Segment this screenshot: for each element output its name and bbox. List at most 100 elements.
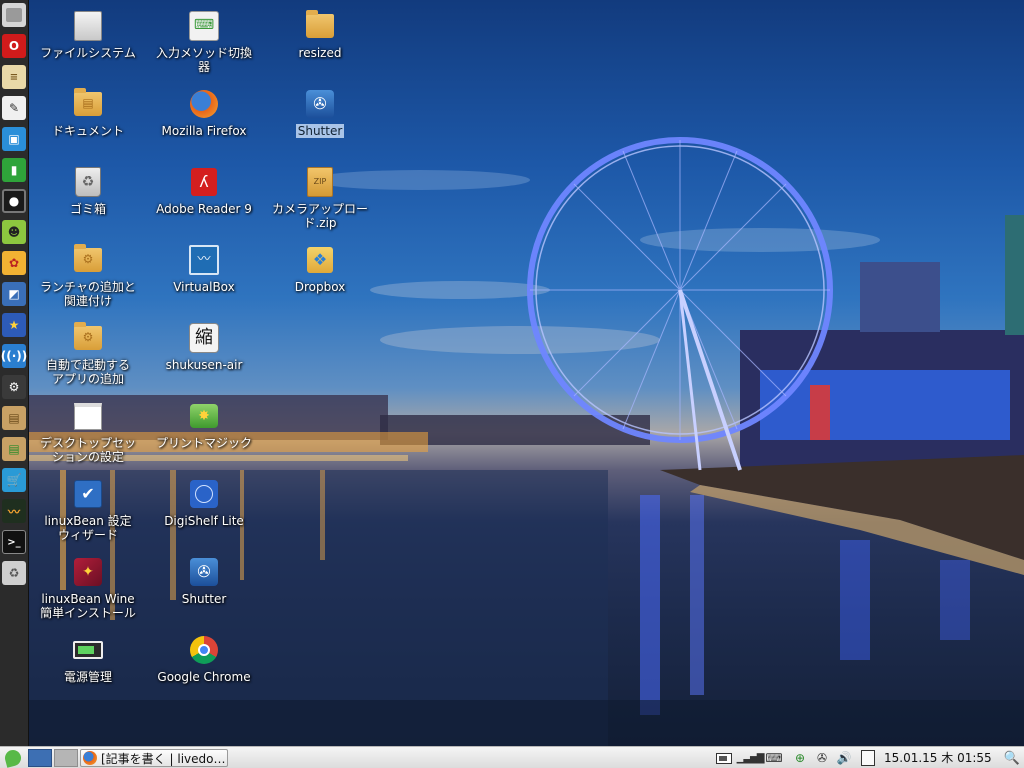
shutter-icon: ✇ (188, 556, 220, 588)
blank-document-icon (72, 400, 104, 432)
media-player-icon[interactable]: ● (2, 189, 26, 213)
desktop-icon-label: Shutter (295, 124, 345, 138)
printer-icon: ✸ (188, 400, 220, 432)
desktop-icon-trash[interactable]: ♻ ゴミ箱 (32, 166, 144, 216)
image-viewer-icon[interactable]: ▣ (2, 127, 26, 151)
taskbar: [記事を書く | livedo… ▁▃▅▇ ⌨ ⊕ ✇ 🔊 15.01.15 木… (0, 746, 1024, 768)
workspace-1-button[interactable] (28, 749, 52, 767)
network-icon[interactable]: ((·)) (1, 344, 27, 368)
signal-bars-icon[interactable]: ▁▃▅▇ (737, 750, 765, 766)
desktop-icon-label: ランチャの追加と関連付け (40, 280, 136, 308)
desktop-icon-label: ファイルシステム (40, 46, 136, 60)
keyboard-icon: ⌨ (188, 10, 220, 42)
desktop-icon-documents[interactable]: ▤ ドキュメント (32, 88, 144, 138)
desktop-icon-shutter-selected[interactable]: ✇ Shutter (264, 88, 376, 138)
trash-icon[interactable]: ♻ (2, 561, 26, 585)
zip-archive-icon: ZIP (304, 166, 336, 198)
workspace-2-button[interactable] (54, 749, 78, 767)
opera-icon[interactable]: O (2, 34, 26, 58)
desktop-icon-linuxbean-wizard[interactable]: ✔ linuxBean 設定ウィザード (32, 478, 144, 542)
shutter-tray-icon[interactable]: ✇ (814, 750, 830, 766)
volume-icon[interactable]: 🔊 (836, 750, 852, 766)
paint-icon[interactable]: ✿ (2, 251, 26, 275)
system-monitor-icon[interactable]: 〰 (2, 499, 26, 523)
virtualbox-icon: 〰 (188, 244, 220, 276)
settings-icon[interactable]: ⚙ (2, 375, 26, 399)
magnifier-icon[interactable]: 🔍 (1004, 750, 1020, 766)
mascot-icon[interactable]: ☻ (2, 220, 26, 244)
pen-editor-icon[interactable]: ✎ (2, 96, 26, 120)
desktop-icon-label: Dropbox (294, 280, 346, 294)
desktop-icon-input-method[interactable]: ⌨ 入力メソッド切換器 (148, 10, 260, 74)
desktop-icon-label: linuxBean Wine 簡単インストール (40, 592, 136, 620)
store-icon[interactable]: 🛒 (2, 468, 26, 492)
package-update-icon[interactable]: ▤ (2, 437, 26, 461)
desktop-icon-wine-installer[interactable]: ✦ linuxBean Wine 簡単インストール (32, 556, 144, 620)
globe-icon (188, 478, 220, 510)
desktop-icon-resized-folder[interactable]: resized (264, 10, 376, 60)
image-editor-icon[interactable]: ◩ (2, 282, 26, 306)
terminal-icon[interactable]: >_ (2, 530, 26, 554)
chrome-icon (188, 634, 220, 666)
desktop-icon-camera-upload-zip[interactable]: ZIP カメラアップロード.zip (264, 166, 376, 230)
desktop-icon-digishelf-lite[interactable]: DigiShelf Lite (148, 478, 260, 528)
green-notebook-icon[interactable]: ▮ (2, 158, 26, 182)
text-editor-icon[interactable]: ≡ (2, 65, 26, 89)
desktop-icon-label: Adobe Reader 9 (156, 202, 252, 216)
desktop-icon-google-chrome[interactable]: Google Chrome (148, 634, 260, 684)
pdf-icon: ʎ (188, 166, 220, 198)
desktop-icon-label: resized (298, 46, 342, 60)
desktop-icon-autostart[interactable]: ⚙ 自動で起動するアプリの追加 (32, 322, 144, 386)
desktop-icon-label: linuxBean 設定ウィザード (44, 514, 132, 542)
desktop-icon-firefox[interactable]: Mozilla Firefox (148, 88, 260, 138)
window-button-livedoor[interactable]: [記事を書く | livedo… (80, 749, 228, 767)
wine-wand-icon: ✦ (72, 556, 104, 588)
clipboard-icon[interactable] (860, 750, 876, 766)
desktop-icon-label: ゴミ箱 (69, 202, 106, 216)
dropbox-icon: ❖ (304, 244, 336, 276)
network-tray-icon[interactable]: ⊕ (792, 750, 808, 766)
desktop-icon-label: VirtualBox (173, 280, 235, 294)
desktop-icon-label: ドキュメント (51, 124, 124, 138)
desktop-icon-label: 自動で起動するアプリの追加 (45, 358, 130, 386)
desktop-icon-virtualbox[interactable]: 〰 VirtualBox (148, 244, 260, 294)
desktop-icon-launcher-settings[interactable]: ⚙ ランチャの追加と関連付け (32, 244, 144, 308)
file-manager-icon[interactable] (2, 3, 26, 27)
firefox-icon (83, 751, 97, 765)
folder-gear-icon: ⚙ (72, 244, 104, 276)
desktop-icon-label: 電源管理 (63, 670, 112, 684)
shutter-icon: ✇ (304, 88, 336, 120)
desktop-icon-label: Google Chrome (157, 670, 251, 684)
desktop-icon-label: 入力メソッド切換器 (156, 46, 253, 74)
window-button-label: [記事を書く | livedo… (101, 751, 226, 766)
desktop-icon-label: Mozilla Firefox (161, 124, 247, 138)
desktop-icon-print-magic[interactable]: ✸ プリントマジック (148, 400, 260, 450)
desktop-icon-label: プリントマジック (155, 436, 252, 450)
clock[interactable]: 15.01.15 木 01:55 (884, 749, 1000, 767)
desktop-icon-label: カメラアップロード.zip (271, 202, 368, 230)
firefox-icon (188, 88, 220, 120)
folder-icon (304, 10, 336, 42)
trash-icon: ♻ (72, 166, 104, 198)
hard-drive-icon (72, 10, 104, 42)
desktop-icon-label: shukusen-air (165, 358, 243, 372)
linuxbean-menu-icon[interactable] (3, 748, 23, 768)
desktop-icon-filesystem[interactable]: ファイルシステム (32, 10, 144, 60)
desktop-icon-session-settings[interactable]: デスクトップセッションの設定 (32, 400, 144, 464)
desktop-icon-label: デスクトップセッションの設定 (39, 436, 136, 464)
desktop-icon-power-management[interactable]: 電源管理 (32, 634, 144, 684)
keyboard-tray-icon[interactable]: ⌨ (765, 750, 782, 766)
desktop-icon-adobe-reader[interactable]: ʎ Adobe Reader 9 (148, 166, 260, 216)
documents-folder-icon: ▤ (72, 88, 104, 120)
desktop-icon-label: DigiShelf Lite (164, 514, 244, 528)
desktop-icon-dropbox[interactable]: ❖ Dropbox (264, 244, 376, 294)
package-install-icon[interactable]: ▤ (2, 406, 26, 430)
folder-gear-icon: ⚙ (72, 322, 104, 354)
battery-tray-icon[interactable] (716, 750, 732, 766)
desktop-icon-shutter[interactable]: ✇ Shutter (148, 556, 260, 606)
checkbox-wizard-icon: ✔ (72, 478, 104, 510)
desktop-icon-shukusen-air[interactable]: 縮 shukusen-air (148, 322, 260, 372)
launcher-dock: O ≡ ✎ ▣ ▮ ● ☻ ✿ ◩ ★ ((·)) ⚙ ▤ ▤ 🛒 〰 >_ ♻ (0, 0, 29, 746)
kanji-shuku-icon: 縮 (188, 322, 220, 354)
star-app-icon[interactable]: ★ (2, 313, 26, 337)
